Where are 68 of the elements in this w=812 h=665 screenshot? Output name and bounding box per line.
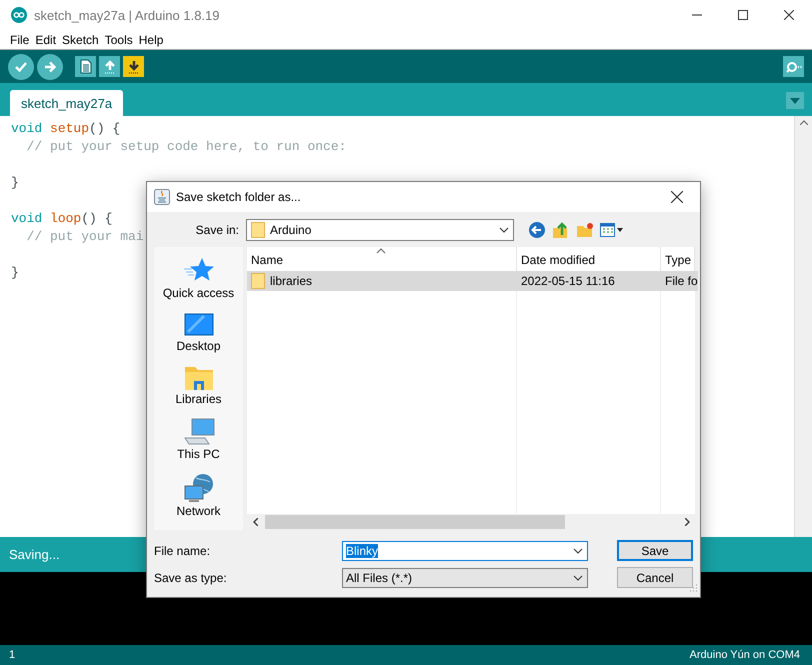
line-number: 1 [9,649,16,661]
tab-menu-button[interactable] [786,92,804,109]
resize-grip-icon[interactable] [690,584,698,592]
cancel-button[interactable]: Cancel [617,567,693,588]
java-cup-icon [154,189,170,205]
file-name-label: File name: [154,544,212,558]
close-icon [671,191,683,203]
status-message: Saving... [9,547,60,562]
code-line: } [11,264,19,282]
new-button[interactable] [75,56,96,77]
menu-item[interactable]: Tools [102,32,136,46]
board-port-label: Arduino Yún on COM4 [690,649,800,661]
view-menu-icon[interactable] [600,223,624,237]
save-button[interactable] [123,56,144,77]
maximize-icon [738,10,748,20]
save-type-label: Save as type: [154,570,228,584]
computer-icon [182,418,214,446]
folder-icon [251,222,265,238]
menu-item[interactable]: Help [136,32,166,46]
file-name-cell[interactable]: libraries [247,271,517,291]
upload-button[interactable] [37,54,63,80]
place-label[interactable]: Desktop [176,339,221,353]
new-folder-icon[interactable] [576,222,594,238]
menu-item[interactable]: File [7,32,32,46]
menu-item[interactable]: Edit [32,32,60,46]
scroll-up-icon[interactable] [800,120,808,125]
place-label[interactable]: Libraries [175,392,222,406]
arrow-right-icon [43,60,57,74]
scroll-right-icon[interactable] [684,518,690,526]
arrow-up-icon [102,60,116,74]
back-icon[interactable] [528,221,546,239]
check-icon [14,60,28,74]
dropdown-caret-icon [499,227,509,233]
save-type-dropdown[interactable]: All Files (*.*) [342,568,588,588]
code-line: } [11,174,19,192]
caret-icon [790,98,800,104]
place-label[interactable]: This PC [177,447,220,461]
magnifier-icon [786,60,802,74]
vertical-scrollbar[interactable] [794,116,812,537]
monitor-icon [184,312,214,338]
save-in-dropdown[interactable]: Arduino [246,219,514,241]
code-line: void setup() { [11,120,120,138]
sketch-tab[interactable]: sketch_may27a [10,90,124,116]
place-label[interactable]: Network [176,504,220,518]
arrow-down-icon [126,60,140,74]
dropdown-caret-icon [573,574,583,580]
folder-icon [184,365,214,391]
up-folder-icon[interactable] [552,221,570,239]
menu-item[interactable]: Sketch [59,32,102,46]
save-in-label: Save in: [194,223,240,237]
app-logo-icon [11,7,27,23]
dropdown-caret-icon [573,548,583,554]
scroll-left-icon[interactable] [252,518,258,526]
code-line: // put your setup code here, to run once: [26,138,346,156]
code-line: void loop() { [11,210,112,228]
type-cell: File fo [661,271,698,291]
verify-button[interactable] [8,54,34,80]
date-cell: 2022-05-15 11:16 [517,271,661,291]
network-icon [182,473,214,503]
save-button[interactable]: Save [617,540,693,561]
folder-icon [251,273,265,289]
document-icon [80,59,92,74]
close-icon [784,10,794,20]
file-name-field[interactable]: Blinky [342,540,588,560]
dialog-title: Save sketch folder as... [176,190,302,204]
place-label[interactable]: Quick access [162,286,234,300]
code-line: // put your mai [26,228,144,246]
window-title: sketch_may27a | Arduino 1.8.19 [34,8,220,22]
